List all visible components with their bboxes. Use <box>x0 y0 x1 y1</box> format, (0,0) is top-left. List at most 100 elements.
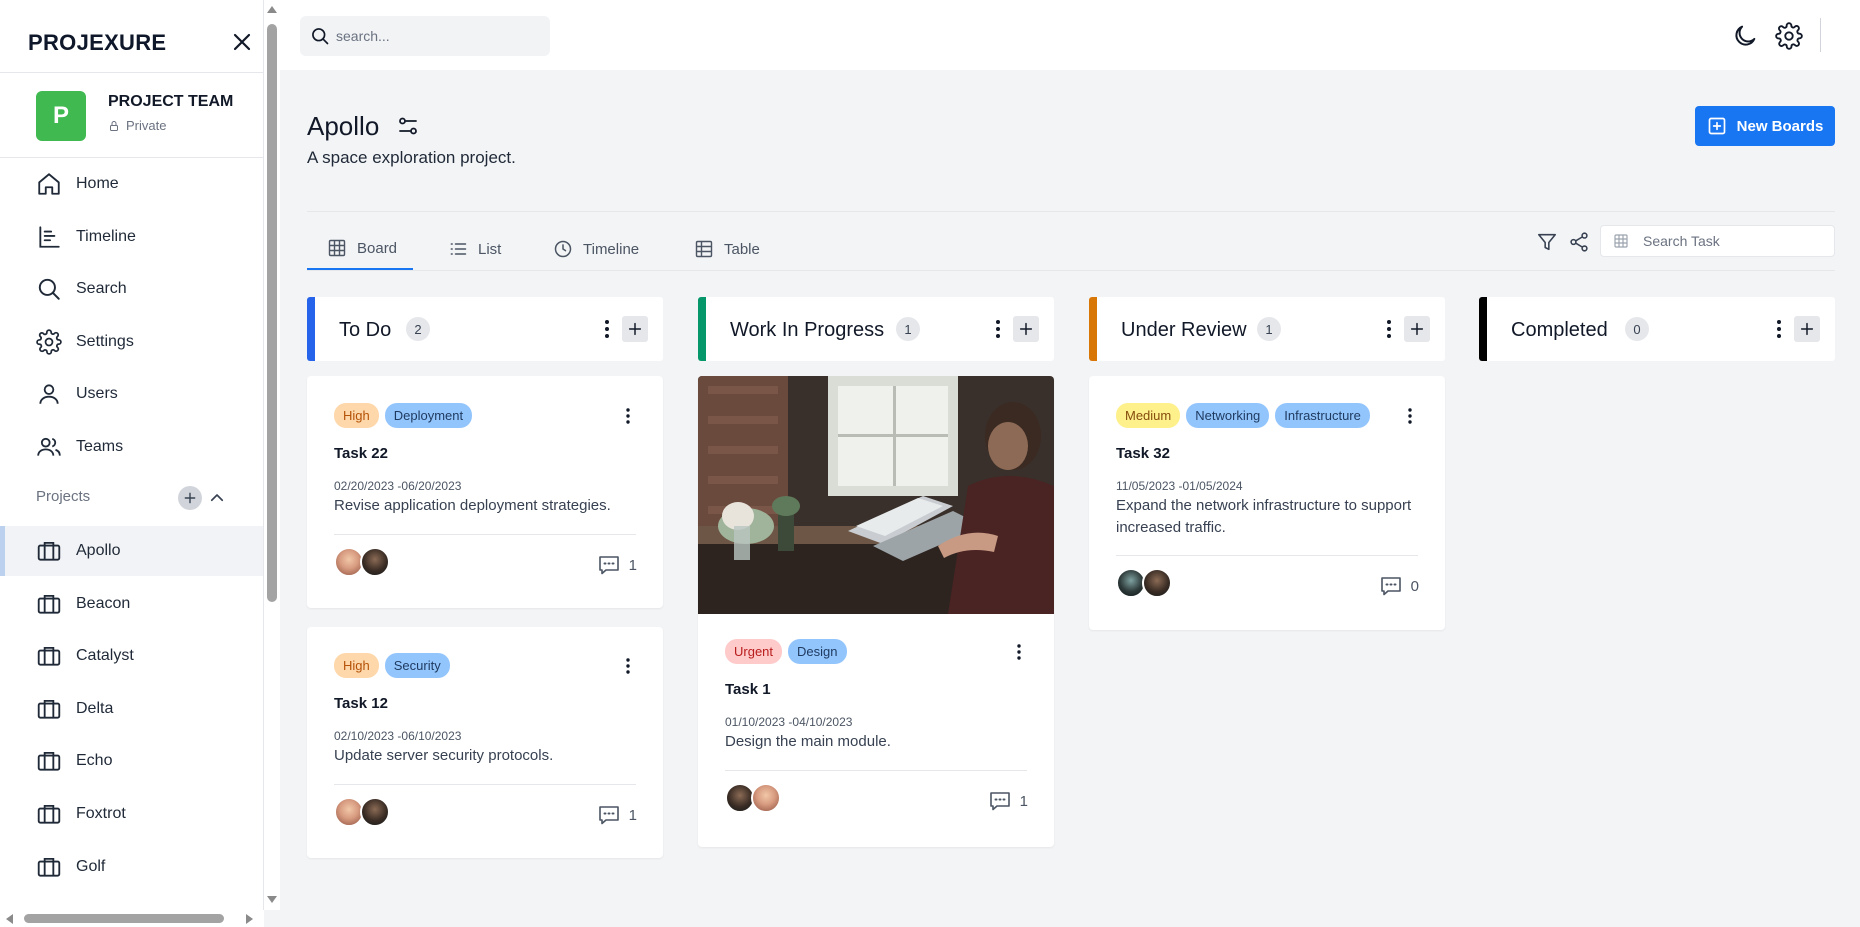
add-task-button[interactable] <box>1013 316 1039 342</box>
category-tag: Security <box>384 653 450 678</box>
sidebar-item-timeline[interactable]: Timeline <box>0 212 263 262</box>
briefcase-icon <box>37 646 61 666</box>
tab-timeline[interactable]: Timeline <box>553 228 639 270</box>
comment-icon <box>598 556 619 575</box>
sidebar-item-search[interactable]: Search <box>0 264 263 314</box>
scroll-left-arrow-icon[interactable] <box>6 914 13 924</box>
add-task-button[interactable] <box>622 316 648 342</box>
more-vertical-icon <box>1777 320 1781 338</box>
task-tags: Urgent Design <box>725 639 847 664</box>
sliders-icon <box>399 117 417 135</box>
tab-table[interactable]: Table <box>694 228 760 270</box>
gear-icon <box>1775 22 1803 50</box>
more-vertical-icon <box>1017 644 1021 660</box>
sidebar-item-home[interactable]: Home <box>0 159 263 209</box>
project-label: Delta <box>76 700 114 717</box>
project-item-beacon[interactable]: Beacon <box>0 579 263 629</box>
close-sidebar-button[interactable] <box>230 30 254 54</box>
column-header-work-in-progress: Work In Progress 1 <box>698 297 1054 361</box>
task-description: Update server security protocols. <box>334 747 554 764</box>
task-card[interactable]: Medium Networking Infrastructure Task 32… <box>1089 376 1445 630</box>
column-count-badge: 1 <box>1257 317 1281 341</box>
project-item-foxtrot[interactable]: Foxtrot <box>0 789 263 839</box>
column-header-under-review: Under Review 1 <box>1089 297 1445 361</box>
tab-list[interactable]: List <box>448 228 501 270</box>
assignee-avatars <box>334 797 390 827</box>
comment-icon <box>1380 577 1401 596</box>
task-dates: 02/20/2023 -06/20/2023 <box>334 479 462 493</box>
tab-board[interactable]: Board <box>307 228 413 270</box>
project-settings-button[interactable] <box>396 114 420 138</box>
project-item-echo[interactable]: Echo <box>0 736 263 786</box>
settings-button[interactable] <box>1775 22 1803 50</box>
sidebar-item-label: Timeline <box>76 228 136 245</box>
dark-mode-toggle[interactable] <box>1731 22 1759 50</box>
task-dates: 01/10/2023 -04/10/2023 <box>725 715 853 729</box>
team-switcher[interactable]: P PROJECT TEAM Private <box>0 72 263 158</box>
comments-count[interactable]: 1 <box>988 789 1028 813</box>
add-project-button[interactable] <box>178 486 202 510</box>
project-item-golf[interactable]: Golf <box>0 842 263 892</box>
column-title: Completed <box>1511 319 1608 341</box>
task-search-input[interactable] <box>1643 233 1823 249</box>
project-label: Golf <box>76 858 106 875</box>
category-tag: Deployment <box>384 403 473 428</box>
search-icon <box>38 278 60 300</box>
comments-count-value: 1 <box>628 556 637 574</box>
card-menu-button[interactable] <box>1401 406 1419 426</box>
sidebar-item-users[interactable]: Users <box>0 369 263 419</box>
scroll-down-arrow-icon[interactable] <box>267 896 277 903</box>
task-dates: 11/05/2023 -01/05/2024 <box>1116 479 1243 493</box>
task-cover-image <box>698 376 1054 614</box>
team-avatar: P <box>36 91 86 141</box>
project-item-apollo[interactable]: Apollo <box>0 526 263 576</box>
comments-count[interactable]: 1 <box>597 553 637 577</box>
column-menu-button[interactable] <box>1769 317 1789 341</box>
global-search-input[interactable] <box>336 28 536 44</box>
comments-count[interactable]: 0 <box>1379 574 1419 598</box>
add-task-button[interactable] <box>1404 316 1430 342</box>
global-search[interactable] <box>300 16 550 56</box>
card-menu-button[interactable] <box>1010 642 1028 662</box>
column-menu-button[interactable] <box>597 317 617 341</box>
project-item-delta[interactable]: Delta <box>0 684 263 734</box>
sidebar-horizontal-scrollbar[interactable] <box>0 910 264 927</box>
card-menu-button[interactable] <box>619 406 637 426</box>
task-card[interactable]: High Deployment Task 22 02/20/2023 -06/2… <box>307 376 663 608</box>
page-description: A space exploration project. <box>307 148 516 167</box>
card-divider <box>334 784 636 785</box>
task-search[interactable] <box>1600 225 1835 257</box>
new-boards-button[interactable]: New Boards <box>1695 106 1835 146</box>
add-task-button[interactable] <box>1794 316 1820 342</box>
column-menu-button[interactable] <box>988 317 1008 341</box>
column-title: To Do <box>339 319 392 341</box>
avatar[interactable] <box>360 547 390 577</box>
scrollbar-thumb[interactable] <box>267 24 277 602</box>
plus-icon <box>1800 322 1814 336</box>
assignee-avatars <box>725 783 781 813</box>
sidebar-vertical-scrollbar[interactable] <box>264 0 280 910</box>
more-vertical-icon <box>1408 408 1412 424</box>
avatar[interactable] <box>751 783 781 813</box>
avatar[interactable] <box>360 797 390 827</box>
filter-button[interactable] <box>1536 231 1558 253</box>
scroll-right-arrow-icon[interactable] <box>246 914 253 924</box>
task-card[interactable]: High Security Task 12 02/10/2023 -06/10/… <box>307 627 663 858</box>
tab-label: List <box>478 240 502 258</box>
sidebar-item-teams[interactable]: Teams <box>0 422 263 472</box>
project-item-catalyst[interactable]: Catalyst <box>0 631 263 681</box>
sidebar-item-settings[interactable]: Settings <box>0 317 263 367</box>
scroll-up-arrow-icon[interactable] <box>267 6 277 13</box>
share-button[interactable] <box>1568 231 1590 253</box>
card-divider <box>1116 555 1418 556</box>
collapse-projects-button[interactable] <box>208 489 226 507</box>
avatar[interactable] <box>1142 568 1172 598</box>
comments-count[interactable]: 1 <box>597 803 637 827</box>
priority-tag: Medium <box>1116 403 1181 428</box>
column-menu-button[interactable] <box>1379 317 1399 341</box>
task-card[interactable]: Urgent Design Task 1 01/10/2023 -04/10/2… <box>698 376 1054 847</box>
plus-square-icon <box>1708 117 1725 135</box>
list-icon <box>450 243 467 255</box>
card-menu-button[interactable] <box>619 656 637 676</box>
scrollbar-thumb[interactable] <box>24 914 224 923</box>
